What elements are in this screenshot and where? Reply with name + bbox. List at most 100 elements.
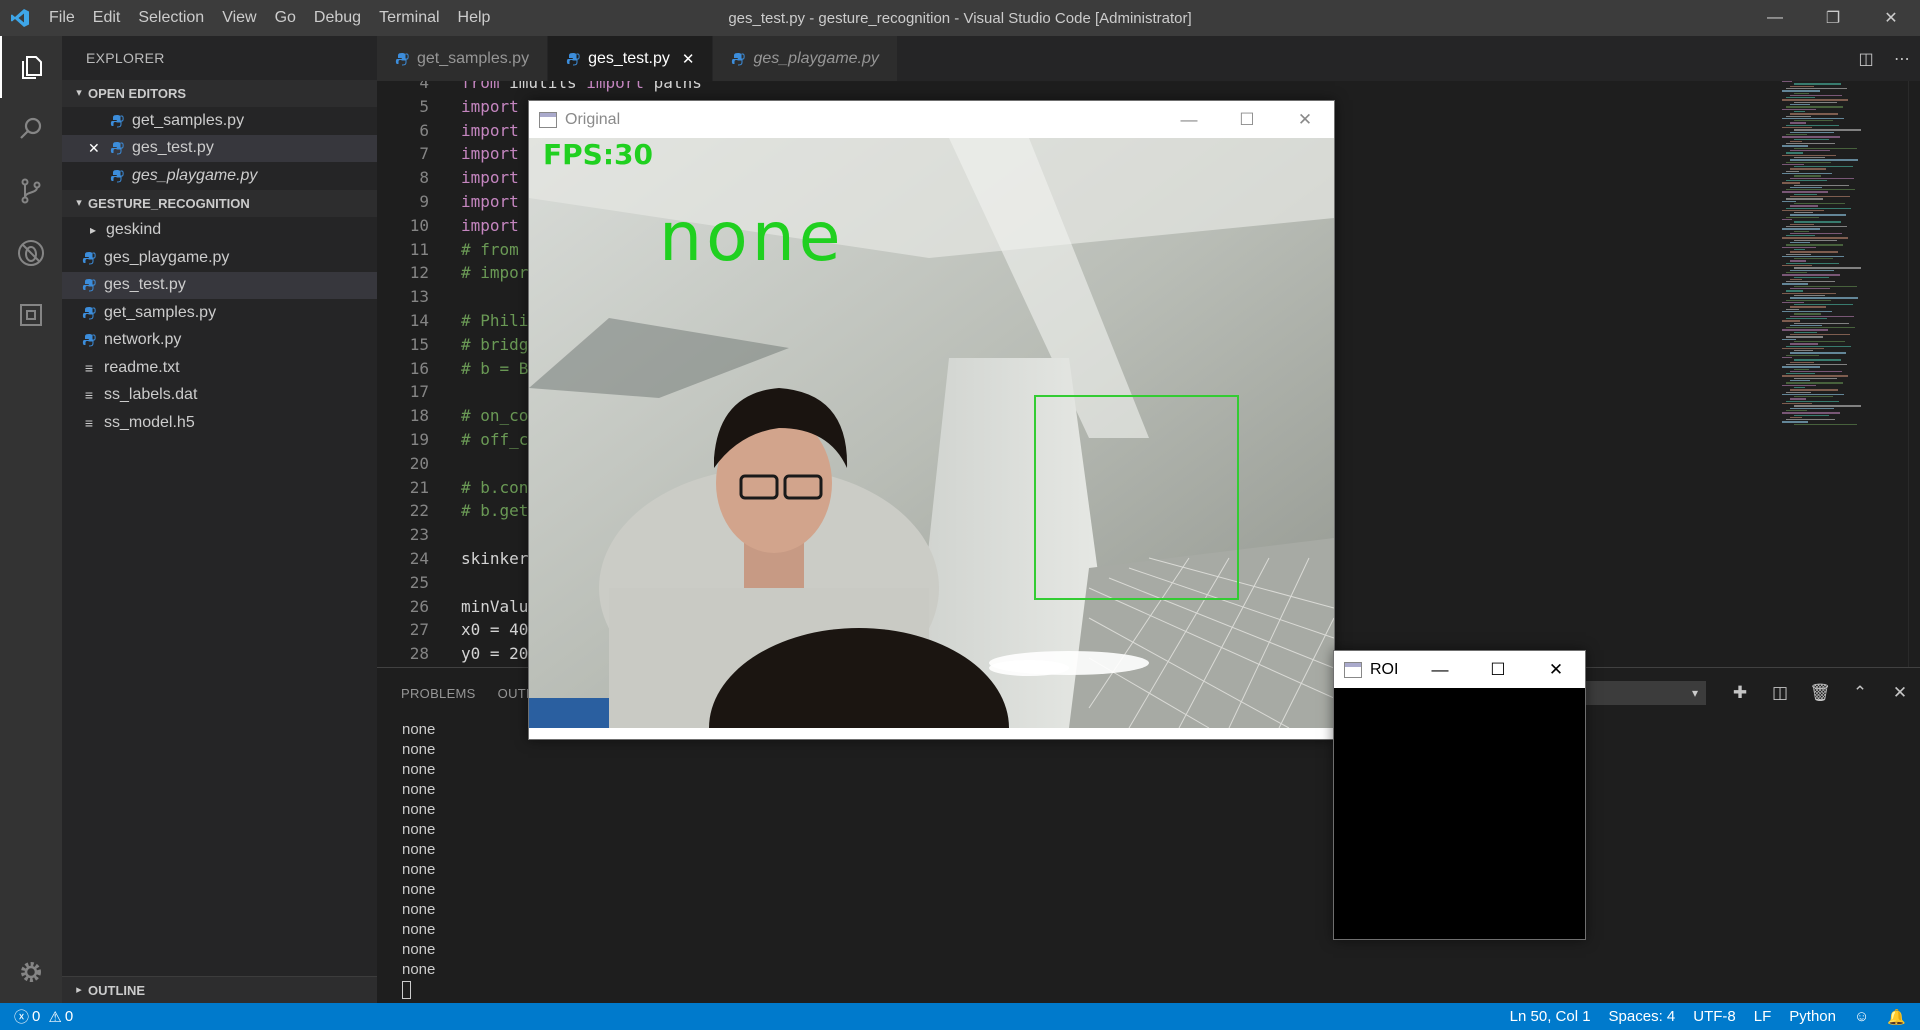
minimap[interactable]	[1778, 81, 1908, 667]
menu-edit[interactable]: Edit	[84, 0, 130, 36]
maximize-panel-icon[interactable]: ⌃	[1840, 683, 1880, 703]
original-title-bar[interactable]: Original — ☐ ✕	[529, 101, 1334, 138]
code-token: import	[461, 120, 519, 140]
cursor-position[interactable]: Ln 50, Col 1	[1510, 1008, 1591, 1025]
open-editors-header[interactable]: ▾ OPEN EDITORS	[62, 80, 377, 107]
end-of-line[interactable]: LF	[1754, 1008, 1772, 1025]
editor-scrollbar[interactable]	[1908, 81, 1920, 667]
minimap-line	[1790, 205, 1818, 207]
indentation[interactable]: Spaces: 4	[1609, 1008, 1676, 1025]
minimap-line	[1782, 329, 1828, 331]
menu-debug[interactable]: Debug	[305, 0, 370, 36]
close-panel-icon[interactable]: ✕	[1880, 683, 1920, 703]
warning-icon[interactable]: ⚠	[48, 1008, 61, 1026]
code-token: skinker	[461, 549, 529, 568]
code-line: 4 from imutils import paths	[377, 81, 701, 95]
tab-ges-playgame-py[interactable]: ges_playgame.py	[713, 36, 898, 81]
language-mode[interactable]: Python	[1789, 1008, 1836, 1025]
panel-actions: ▾ ✚ ◫ 🗑 ⌃ ✕	[1586, 668, 1920, 718]
source-control-icon[interactable]	[0, 160, 62, 222]
editor-actions: ◫ ⋯	[1848, 36, 1920, 81]
maximize-icon[interactable]: ☐	[1218, 101, 1276, 138]
code-line: 18 # on_co	[377, 404, 529, 428]
restore-icon[interactable]: ❐	[1804, 0, 1862, 36]
close-tab-icon[interactable]: ✕	[682, 50, 695, 68]
file-label: ges_test.py	[104, 276, 186, 294]
minimize-icon[interactable]: —	[1160, 101, 1218, 138]
minimap-line	[1786, 290, 1803, 292]
minimap-line	[1790, 260, 1806, 262]
vscode-logo-icon	[0, 0, 40, 36]
minimap-line	[1794, 350, 1813, 352]
gear-icon[interactable]	[0, 941, 62, 1003]
minimap-line	[1794, 193, 1817, 196]
project-header[interactable]: ▾ GESTURE_RECOGNITION	[62, 189, 377, 217]
minimap-line	[1794, 156, 1825, 159]
close-icon[interactable]: ✕	[1862, 0, 1920, 36]
search-icon[interactable]	[0, 98, 62, 160]
menu-go[interactable]: Go	[266, 0, 305, 36]
folder-item[interactable]: ▸ geskind	[62, 217, 377, 245]
more-actions-icon[interactable]: ⋯	[1884, 49, 1920, 69]
file-item[interactable]: ≡ ss_labels.dat	[62, 382, 377, 410]
file-item[interactable]: network.py	[62, 327, 377, 355]
minimap-line	[1794, 414, 1829, 416]
file-item[interactable]: ges_test.py	[62, 271, 377, 299]
add-terminal-icon[interactable]: ✚	[1720, 683, 1760, 703]
menu-terminal[interactable]: Terminal	[370, 0, 448, 36]
trash-icon[interactable]: 🗑	[1800, 683, 1840, 703]
warning-count[interactable]: 0	[65, 1008, 73, 1025]
error-count[interactable]: 0	[32, 1008, 40, 1025]
minimap-line	[1794, 267, 1861, 269]
minimap-line	[1782, 320, 1800, 322]
outline-header[interactable]: ▸ OUTLINE	[62, 976, 377, 1003]
minimize-icon[interactable]: —	[1746, 0, 1804, 36]
file-item[interactable]: ≡ readme.txt	[62, 354, 377, 382]
close-icon[interactable]: ✕	[1527, 651, 1585, 688]
menu-file[interactable]: File	[40, 0, 84, 36]
roi-title-bar[interactable]: ROI — ☐ ✕	[1334, 651, 1585, 688]
open-editor-item[interactable]: ges_playgame.py	[62, 162, 377, 190]
line-number: 17	[409, 382, 429, 402]
menu-selection[interactable]: Selection	[129, 0, 213, 36]
open-editor-item[interactable]: get_samples.py	[62, 107, 377, 135]
terminal-select[interactable]: ▾	[1586, 681, 1706, 705]
tab-ges-test-py[interactable]: ges_test.py ✕	[548, 36, 714, 81]
minimize-icon[interactable]: —	[1411, 651, 1469, 688]
notification-bell-icon[interactable]: 🔔	[1887, 1008, 1906, 1026]
error-icon[interactable]: ⓧ	[14, 1006, 29, 1027]
encoding[interactable]: UTF-8	[1693, 1008, 1736, 1025]
maximize-icon[interactable]: ☐	[1469, 651, 1527, 688]
close-icon[interactable]: ✕	[1276, 101, 1334, 138]
explorer-sidebar: EXPLORER ▾ OPEN EDITORS get_samples.py ✕ g…	[62, 36, 377, 1003]
split-editor-icon[interactable]: ◫	[1848, 49, 1884, 69]
code-token: # impor	[461, 263, 529, 283]
open-editor-item[interactable]: ✕ ges_test.py	[62, 134, 377, 162]
split-terminal-icon[interactable]: ◫	[1760, 683, 1800, 703]
extensions-icon[interactable]	[0, 284, 62, 346]
code-line: 10 import	[377, 214, 519, 238]
file-item[interactable]: ≡ ss_model.h5	[62, 409, 377, 437]
minimap-line	[1794, 423, 1857, 426]
debug-icon[interactable]	[0, 222, 62, 284]
minimap-line	[1790, 242, 1810, 244]
terminal-line: none	[402, 961, 436, 978]
minimap-line	[1790, 361, 1814, 363]
panel-tab-problems[interactable]: PROBLEMS	[401, 686, 476, 701]
minimap-line	[1786, 354, 1819, 357]
menu-help[interactable]: Help	[449, 0, 500, 36]
feedback-smiley-icon[interactable]: ☺	[1854, 1008, 1869, 1025]
close-editor-icon[interactable]: ✕	[88, 140, 100, 157]
terminal-line: none	[402, 881, 436, 898]
line-number: 26	[409, 596, 429, 616]
minimap-line	[1790, 416, 1802, 419]
explorer-icon[interactable]	[0, 36, 62, 98]
tab-get-samples-py[interactable]: get_samples.py	[377, 36, 549, 81]
file-item[interactable]: ges_playgame.py	[62, 244, 377, 272]
minimap-line	[1786, 124, 1839, 127]
menu-view[interactable]: View	[213, 0, 265, 36]
minimap-line	[1794, 285, 1857, 288]
minimap-line	[1790, 177, 1854, 179]
file-item[interactable]: get_samples.py	[62, 299, 377, 327]
chevron-right-icon: ▸	[76, 983, 82, 996]
